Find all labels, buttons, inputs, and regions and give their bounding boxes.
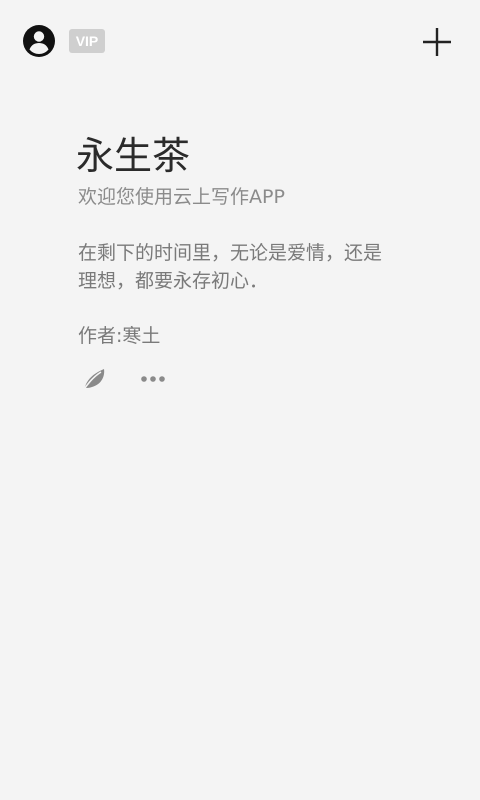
article-body: 在剩下的时间里，无论是爱情，还是 理想，都要永存初心． [78,239,408,295]
more-horizontal-icon [141,376,165,382]
body-line: 在剩下的时间里，无论是爱情，还是 [78,242,383,264]
leaf-button[interactable] [80,366,108,392]
body-line: 理想，都要永存初心． [78,270,269,292]
article-title: 永生茶 [76,134,191,178]
vip-badge[interactable]: VIP [69,29,105,53]
more-button[interactable] [140,370,166,388]
add-button[interactable] [419,24,455,60]
author-label: 作者:寒土 [78,325,161,347]
leaf-icon [82,369,105,392]
top-bar: VIP [0,0,480,80]
profile-button[interactable] [22,24,56,58]
plus-icon [423,28,451,56]
account-circle-icon [23,25,55,57]
welcome-subtitle: 欢迎您使用云上写作APP [78,186,285,208]
